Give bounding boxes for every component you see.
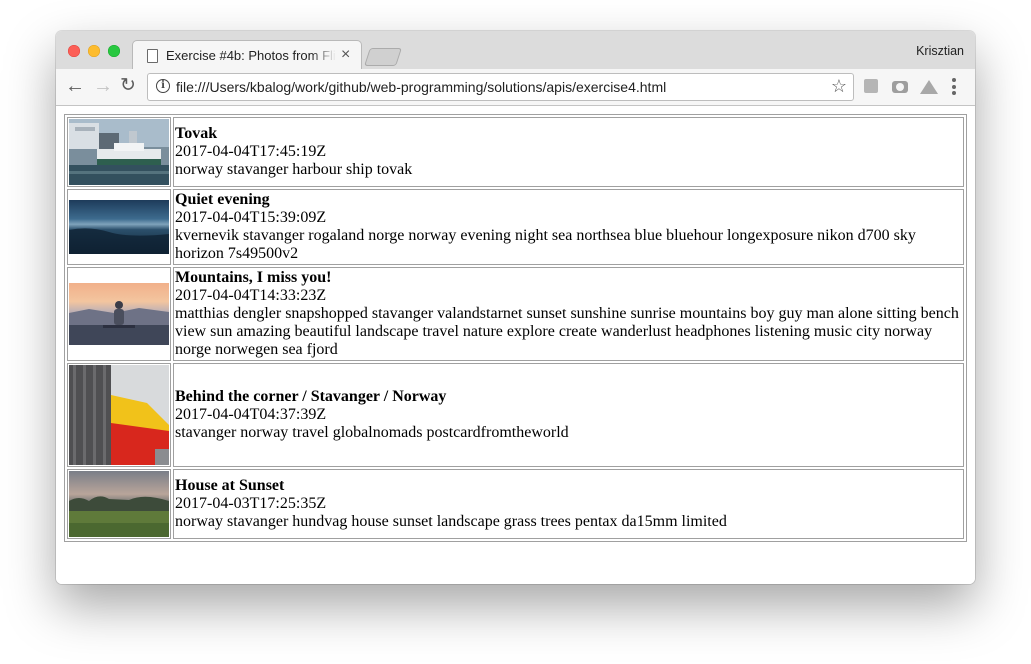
photo-title: Quiet evening — [175, 191, 270, 208]
thumb-cell — [67, 267, 171, 361]
profile-name[interactable]: Krisztian — [916, 44, 964, 58]
tab-strip: Exercise #4b: Photos from Flickr × Krisz… — [56, 31, 975, 71]
photo-title: Tovak — [175, 125, 218, 142]
thumb-cell — [67, 189, 171, 265]
arrow-right-icon[interactable]: → — [93, 76, 113, 96]
page-content: Tovak 2017-04-04T17:45:19Z norway stavan… — [56, 106, 975, 584]
photo-tags: matthias dengler snapshopped stavanger v… — [175, 305, 959, 358]
star-icon[interactable]: ☆ — [831, 76, 847, 96]
reader-extension-icon[interactable] — [864, 79, 878, 93]
tab-active[interactable]: Exercise #4b: Photos from Flickr × — [132, 40, 362, 71]
photo-thumbnail[interactable] — [69, 119, 169, 185]
photo-title: Mountains, I miss you! — [175, 269, 332, 286]
table-row: Behind the corner / Stavanger / Norway 2… — [67, 363, 964, 467]
table-row: House at Sunset 2017-04-03T17:25:35Z nor… — [67, 469, 964, 539]
thumb-cell — [67, 117, 171, 187]
photo-info: Mountains, I miss you! 2017-04-04T14:33:… — [173, 267, 964, 361]
window-close-button[interactable] — [68, 45, 80, 57]
photo-thumbnail[interactable] — [69, 283, 169, 345]
window-maximize-button[interactable] — [108, 45, 120, 57]
photo-title: House at Sunset — [175, 477, 285, 494]
drive-extension-icon[interactable] — [920, 80, 938, 94]
photo-date: 2017-04-04T14:33:23Z — [175, 287, 327, 304]
photo-date: 2017-04-04T17:45:19Z — [175, 143, 327, 160]
table-row: Tovak 2017-04-04T17:45:19Z norway stavan… — [67, 117, 964, 187]
photo-date: 2017-04-03T17:25:35Z — [175, 495, 327, 512]
toolbar: ← → ↻ i file:///Users/kbalog/work/github… — [56, 69, 975, 106]
three-dots-menu-icon[interactable] — [952, 78, 956, 98]
arrow-left-icon[interactable]: ← — [65, 76, 85, 96]
window-minimize-button[interactable] — [88, 45, 100, 57]
photo-tags: norway stavanger hundvag house sunset la… — [175, 513, 727, 530]
camera-extension-icon[interactable] — [892, 81, 908, 93]
photo-info: Behind the corner / Stavanger / Norway 2… — [173, 363, 964, 467]
photo-info: House at Sunset 2017-04-03T17:25:35Z nor… — [173, 469, 964, 539]
photo-tags: norway stavanger harbour ship tovak — [175, 161, 413, 178]
photo-table: Tovak 2017-04-04T17:45:19Z norway stavan… — [64, 114, 967, 542]
new-tab-button[interactable] — [364, 48, 402, 66]
table-row: Quiet evening 2017-04-04T15:39:09Z kvern… — [67, 189, 964, 265]
tab-title: Exercise #4b: Photos from Flickr — [166, 48, 336, 63]
photo-info: Quiet evening 2017-04-04T15:39:09Z kvern… — [173, 189, 964, 265]
document-icon — [147, 49, 158, 63]
address-bar[interactable]: i file:///Users/kbalog/work/github/web-p… — [147, 73, 854, 101]
url-text[interactable]: file:///Users/kbalog/work/github/web-pro… — [176, 79, 666, 95]
table-row: Mountains, I miss you! 2017-04-04T14:33:… — [67, 267, 964, 361]
info-icon[interactable]: i — [156, 79, 170, 93]
tab-close-icon[interactable]: × — [341, 46, 350, 64]
photo-info: Tovak 2017-04-04T17:45:19Z norway stavan… — [173, 117, 964, 187]
thumb-cell — [67, 363, 171, 467]
photo-thumbnail[interactable] — [69, 200, 169, 254]
photo-date: 2017-04-04T15:39:09Z — [175, 209, 327, 226]
photo-thumbnail[interactable] — [69, 471, 169, 537]
photo-date: 2017-04-04T04:37:39Z — [175, 406, 327, 423]
reload-icon[interactable]: ↻ — [120, 76, 136, 96]
thumb-cell — [67, 469, 171, 539]
browser-window: Exercise #4b: Photos from Flickr × Krisz… — [56, 31, 975, 584]
photo-tags: kvernevik stavanger rogaland norge norwa… — [175, 227, 916, 262]
photo-title: Behind the corner / Stavanger / Norway — [175, 388, 447, 405]
photo-thumbnail[interactable] — [69, 365, 169, 465]
photo-tags: stavanger norway travel globalnomads pos… — [175, 424, 569, 441]
